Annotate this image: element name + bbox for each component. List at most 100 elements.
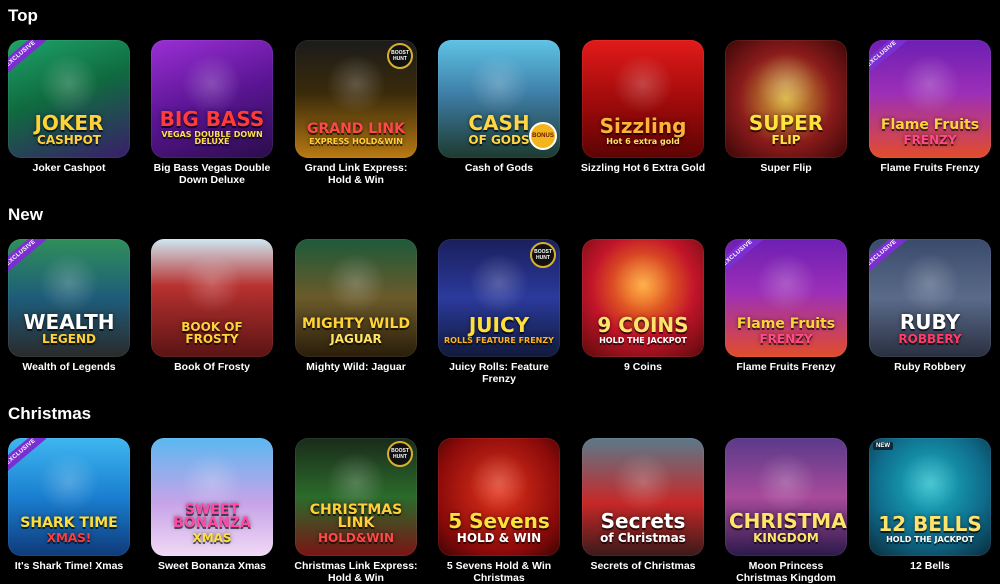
game-thumbnail[interactable]: 9 COINS HOLD THE JACKPOT <box>582 239 704 357</box>
bonus-badge: BONUS <box>529 122 557 150</box>
game-logo-line1: CHRISTMAS <box>729 508 847 533</box>
game-thumbnail[interactable]: CHRISTMASKINGDOM <box>725 438 847 556</box>
game-logo-art: Sizzling Hot 6 extra gold <box>586 116 700 146</box>
game-title[interactable]: 5 Sevens Hold & Win Christmas <box>436 560 562 584</box>
game-thumbnail[interactable]: SUPER FLIP <box>725 40 847 158</box>
game-logo-line2: FLIP <box>771 132 801 147</box>
game-title[interactable]: Sizzling Hot 6 Extra Gold <box>580 162 706 174</box>
game-logo-art: GRAND LINK EXPRESS HOLD&WIN <box>299 121 413 147</box>
thumbnail-glow <box>326 54 386 114</box>
thumbnail-glow <box>182 54 242 114</box>
game-thumbnail[interactable]: Flame Fruits FRENZY EXCLUSIVE <box>869 40 991 158</box>
game-thumbnail[interactable]: SWEET BONANZA XMAS <box>151 438 273 556</box>
game-logo-line2: of Christmas <box>600 530 686 545</box>
game-tile[interactable]: SWEET BONANZA XMAS Sweet Bonanza Xmas <box>151 438 273 578</box>
game-tile[interactable]: GRAND LINK EXPRESS HOLD&WIN BOOST HUNT Gran… <box>295 40 417 186</box>
game-logo-line1: SWEET BONANZA <box>173 502 251 532</box>
game-thumbnail[interactable]: 5 Sevens HOLD & WIN <box>438 438 560 556</box>
game-tile[interactable]: SUPER FLIP Super Flip <box>725 40 847 180</box>
game-thumbnail[interactable]: Flame Fruits FRENZY EXCLUSIVE <box>725 239 847 357</box>
game-tile[interactable]: WEALTH LEGEND EXCLUSIVE Wealth of Legends <box>8 239 130 379</box>
game-title[interactable]: Moon Princess Christmas Kingdom <box>723 560 849 584</box>
game-logo-art: 5 Sevens HOLD & WIN <box>442 508 556 544</box>
game-logo-line2: JAGUAR <box>330 331 382 346</box>
game-thumbnail[interactable]: MIGHTY WILD JAGUAR <box>295 239 417 357</box>
game-logo-line1: 5 Sevens <box>448 508 550 533</box>
game-tile[interactable]: 12 BELLS HOLD THE JACKPOT NEW 12 Bells <box>869 438 991 578</box>
game-tile[interactable]: 9 COINS HOLD THE JACKPOT 9 Coins <box>582 239 704 379</box>
game-title[interactable]: Mighty Wild: Jaguar <box>293 361 419 373</box>
game-logo-art: BIG BASS VEGAS DOUBLE DOWN DELUXE <box>155 109 269 147</box>
game-tile[interactable]: Flame Fruits FRENZY EXCLUSIVE Flame Fruits … <box>725 239 847 379</box>
game-title[interactable]: Secrets of Christmas <box>580 560 706 572</box>
game-thumbnail[interactable]: SHARK TIME XMAS! EXCLUSIVE <box>8 438 130 556</box>
game-title[interactable]: Christmas Link Express: Hold & Win <box>293 560 419 584</box>
game-tile[interactable]: SHARK TIME XMAS! EXCLUSIVE It's Shark Time!… <box>8 438 130 578</box>
game-tile[interactable]: Secrets of Christmas Secrets of Christmas <box>582 438 704 578</box>
game-title[interactable]: Big Bass Vegas Double Down Deluxe <box>149 162 275 186</box>
game-title[interactable]: Grand Link Express: Hold & Win <box>293 162 419 186</box>
thumbnail-glow <box>900 452 960 512</box>
game-thumbnail[interactable]: CHRISTMAS LINK HOLD&WIN BOOST HUNT <box>295 438 417 556</box>
game-tile[interactable]: Flame Fruits FRENZY EXCLUSIVE Flame Fruits … <box>869 40 991 180</box>
thumbnail-glow <box>756 253 816 313</box>
game-logo-line2: VEGAS DOUBLE DOWN DELUXE <box>161 129 263 147</box>
game-thumbnail[interactable]: BIG BASS VEGAS DOUBLE DOWN DELUXE <box>151 40 273 158</box>
game-title[interactable]: Book Of Frosty <box>149 361 275 373</box>
game-thumbnail[interactable]: BOOK OF FROSTY <box>151 239 273 357</box>
game-logo-line1: SUPER <box>748 110 824 135</box>
game-title[interactable]: Sweet Bonanza Xmas <box>149 560 275 572</box>
game-tile[interactable]: JOKER CASHPOT EXCLUSIVE Joker Cashpot <box>8 40 130 180</box>
game-title[interactable]: Flame Fruits Frenzy <box>867 162 993 174</box>
game-tile[interactable]: CHRISTMAS LINK HOLD&WIN BOOST HUNT Christma… <box>294 438 418 584</box>
game-thumbnail[interactable]: JOKER CASHPOT EXCLUSIVE <box>8 40 130 158</box>
game-tile[interactable]: BOOK OF FROSTY Book Of Frosty <box>151 239 273 379</box>
game-logo-line2: EXPRESS HOLD&WIN <box>309 137 403 147</box>
game-thumbnail[interactable]: Secrets of Christmas <box>582 438 704 556</box>
game-thumbnail[interactable]: WEALTH LEGEND EXCLUSIVE <box>8 239 130 357</box>
game-logo-art: RUBY ROBBERY <box>873 312 987 345</box>
game-logo-art: Secrets of Christmas <box>586 511 700 545</box>
game-title[interactable]: Super Flip <box>723 162 849 174</box>
game-tile[interactable]: Sizzling Hot 6 extra gold Sizzling Hot 6 E… <box>580 40 706 180</box>
thumbnail-glow <box>39 452 99 512</box>
game-title[interactable]: Wealth of Legends <box>6 361 132 373</box>
game-tile[interactable]: 5 Sevens HOLD & WIN 5 Sevens Hold & Win Ch… <box>438 438 560 584</box>
thumbnail-glow <box>900 54 960 114</box>
new-badge: NEW <box>873 442 893 450</box>
game-tile[interactable]: RUBY ROBBERY EXCLUSIVE Ruby Robbery <box>869 239 991 379</box>
game-logo-line1: Flame Fruits <box>736 316 836 333</box>
thumbnail-glow <box>900 253 960 313</box>
game-logo-line2: XMAS <box>192 530 232 545</box>
game-title[interactable]: 9 Coins <box>580 361 706 373</box>
game-logo-line2: BOOK OF FROSTY <box>181 320 243 346</box>
game-tile[interactable]: BIG BASS VEGAS DOUBLE DOWN DELUXE Big Bass… <box>151 40 273 186</box>
game-tile[interactable]: MIGHTY WILD JAGUAR Mighty Wild: Jaguar <box>295 239 417 379</box>
game-logo-line2: ROLLS FEATURE FRENZY <box>444 336 554 346</box>
thumbnail-glow <box>613 253 673 313</box>
game-logo-line1: GRAND LINK <box>306 121 405 138</box>
game-thumbnail[interactable]: GRAND LINK EXPRESS HOLD&WIN BOOST HUNT <box>295 40 417 158</box>
game-logo-art: SWEET BONANZA XMAS <box>155 502 269 545</box>
game-title[interactable]: It's Shark Time! Xmas <box>6 560 132 572</box>
game-thumbnail[interactable]: RUBY ROBBERY EXCLUSIVE <box>869 239 991 357</box>
game-thumbnail[interactable]: CASH OF GODS BONUS <box>438 40 560 158</box>
game-title[interactable]: Joker Cashpot <box>6 162 132 174</box>
game-title[interactable]: Ruby Robbery <box>867 361 993 373</box>
game-thumbnail[interactable]: Sizzling Hot 6 extra gold <box>582 40 704 158</box>
game-title[interactable]: Cash of Gods <box>436 162 562 174</box>
game-tile[interactable]: CHRISTMASKINGDOM Moon Princess Christmas … <box>725 438 847 584</box>
section-title-top: Top <box>8 6 38 25</box>
game-title[interactable]: Juicy Rolls: Feature Frenzy <box>436 361 562 385</box>
game-logo-line1: CHRISTMAS LINK <box>309 502 403 532</box>
game-thumbnail[interactable]: JUICY ROLLS FEATURE FRENZY BOOST HUNT <box>438 239 560 357</box>
game-tile[interactable]: JUICY ROLLS FEATURE FRENZY BOOST HUNT Juicy… <box>438 239 560 385</box>
game-title[interactable]: 12 Bells <box>867 560 993 572</box>
hunt-badge: BOOST HUNT <box>530 242 556 268</box>
game-tile[interactable]: CASH OF GODS BONUS Cash of Gods <box>438 40 560 180</box>
game-logo-line2: KINGDOM <box>753 530 819 545</box>
game-logo-line1: JOKER <box>34 110 104 135</box>
game-title[interactable]: Flame Fruits Frenzy <box>723 361 849 373</box>
game-thumbnail[interactable]: 12 BELLS HOLD THE JACKPOT NEW <box>869 438 991 556</box>
game-logo-line1: SHARK TIME <box>20 515 118 532</box>
